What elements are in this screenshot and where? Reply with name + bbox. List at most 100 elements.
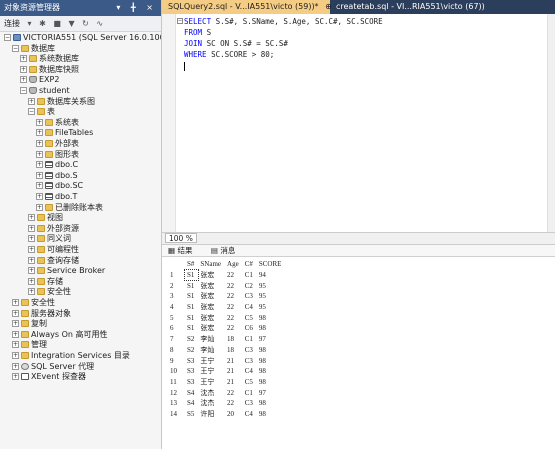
tree-node[interactable]: + 外部资源	[28, 224, 79, 235]
row-number[interactable]: 12	[168, 387, 185, 398]
grid-cell[interactable]: C3	[243, 398, 257, 409]
grid-cell[interactable]: 张宏	[198, 291, 225, 302]
grid-cell[interactable]: 张宏	[198, 312, 225, 323]
grid-cell[interactable]: 98	[257, 345, 286, 356]
tree-node[interactable]: + dbo.C	[36, 160, 78, 171]
column-header[interactable]: C#	[243, 259, 257, 270]
grid-cell[interactable]: 95	[257, 280, 286, 291]
tree-node[interactable]: + 安全性	[12, 298, 55, 309]
tree-node[interactable]: + 同义词	[28, 234, 71, 245]
grid-cell[interactable]: C3	[243, 291, 257, 302]
expand-node-icon[interactable]: +	[36, 129, 43, 137]
grid-cell[interactable]: 22	[225, 280, 243, 291]
tree-node[interactable]: + 系统表	[36, 118, 79, 129]
tree-node[interactable]: + 服务器对象	[12, 309, 71, 320]
column-header[interactable]	[168, 259, 185, 270]
grid-cell[interactable]: 18	[225, 334, 243, 345]
grid-cell[interactable]: 22	[225, 398, 243, 409]
tab-sqlquery2[interactable]: SQLQuery2.sql - V...IA551\victo (59))* ⊕…	[162, 0, 341, 14]
stop-icon[interactable]: ■	[53, 16, 61, 32]
grid-cell[interactable]: C1	[243, 270, 257, 281]
expand-node-icon[interactable]: +	[20, 55, 27, 63]
tree-node[interactable]: + FileTables	[36, 128, 93, 139]
grid-cell[interactable]: 97	[257, 334, 286, 345]
tree-node[interactable]: + 管理	[12, 340, 47, 351]
tree-node[interactable]: + 数据库快照	[20, 65, 79, 76]
collapse-node-icon[interactable]: −	[4, 34, 11, 41]
grid-cell[interactable]: 98	[257, 398, 286, 409]
tree-node[interactable]: + 图形表	[36, 150, 79, 161]
expand-node-icon[interactable]: +	[36, 161, 43, 169]
table-row[interactable]: 7 S2 李灿 18 C1 97	[168, 334, 285, 345]
row-number[interactable]: 14	[168, 409, 185, 420]
row-number[interactable]: 4	[168, 302, 185, 313]
grid-cell[interactable]: 沈杰	[198, 398, 225, 409]
activity-icon[interactable]: ∿	[96, 16, 103, 32]
expand-node-icon[interactable]: +	[20, 76, 27, 84]
tree-node[interactable]: + EXP2	[20, 75, 59, 86]
row-number[interactable]: 2	[168, 280, 185, 291]
tree-node[interactable]: + Integration Services 目录	[12, 351, 130, 362]
grid-cell[interactable]: C6	[243, 323, 257, 334]
tree-node[interactable]: + Service Broker	[28, 266, 105, 277]
grid-cell[interactable]: 王宁	[198, 377, 225, 388]
table-row[interactable]: 8 S2 李灿 18 C3 98	[168, 345, 285, 356]
refresh-icon[interactable]: ↻	[82, 16, 89, 32]
expand-node-icon[interactable]: +	[28, 214, 35, 222]
table-row[interactable]: 5 S1 张宏 22 C5 98	[168, 312, 285, 323]
expand-node-icon[interactable]: +	[12, 299, 19, 306]
grid-cell[interactable]: 21	[225, 377, 243, 388]
expand-node-icon[interactable]: +	[20, 65, 27, 73]
expand-node-icon[interactable]: +	[36, 140, 43, 147]
grid-cell[interactable]: S1	[185, 323, 198, 334]
grid-cell[interactable]: C4	[243, 302, 257, 313]
row-number[interactable]: 8	[168, 345, 185, 356]
expand-node-icon[interactable]: +	[12, 352, 19, 359]
tree-node[interactable]: − VICTORIA551 (SQL Server 16.0.1000.6	[4, 33, 161, 44]
grid-cell[interactable]: 沈杰	[198, 387, 225, 398]
grid-cell[interactable]: C5	[243, 377, 257, 388]
grid-cell[interactable]: C1	[243, 334, 257, 345]
grid-cell[interactable]: 95	[257, 302, 286, 313]
editor-vertical-scrollbar[interactable]	[547, 14, 555, 232]
grid-cell[interactable]: 21	[225, 355, 243, 366]
expand-node-icon[interactable]: +	[12, 373, 19, 381]
grid-cell[interactable]: 张宏	[198, 280, 225, 291]
table-row[interactable]: 12 S4 沈杰 22 C1 97	[168, 387, 285, 398]
column-header[interactable]: SName	[198, 259, 225, 270]
table-row[interactable]: 1 S1 张宏 22 C1 94	[168, 268, 286, 282]
panel-window-controls[interactable]: ▾ ╋ ×	[116, 0, 157, 16]
grid-cell[interactable]: 22	[225, 387, 243, 398]
expand-node-icon[interactable]: +	[36, 118, 43, 126]
collapse-node-icon[interactable]: −	[28, 108, 35, 116]
tab-createtab[interactable]: createtab.sql - VI...RIA551\victo (67))	[330, 0, 555, 14]
tree-node[interactable]: + 查询存储	[28, 256, 79, 267]
row-number[interactable]: 1	[168, 270, 185, 281]
row-number[interactable]: 3	[168, 291, 185, 302]
tree-node[interactable]: + 系统数据库	[20, 54, 79, 65]
grid-cell[interactable]: 22	[225, 291, 243, 302]
grid-cell[interactable]: 18	[225, 345, 243, 356]
table-row[interactable]: 6 S1 张宏 22 C6 98	[168, 323, 285, 334]
tree-node[interactable]: + dbo.T	[36, 192, 77, 203]
row-number[interactable]: 6	[168, 323, 185, 334]
row-number[interactable]: 5	[168, 312, 185, 323]
collapse-node-icon[interactable]: −	[20, 87, 27, 94]
grid-cell[interactable]: 98	[257, 409, 286, 420]
expand-node-icon[interactable]: +	[36, 182, 43, 190]
sql-code[interactable]: SELECT S.S#, S.SName, S.Age, SC.C#, SC.S…	[184, 16, 383, 71]
grid-cell[interactable]: S1	[185, 291, 198, 302]
tree-node[interactable]: − 数据库	[12, 44, 55, 55]
grid-cell[interactable]: 张宏	[198, 270, 225, 281]
tree-node[interactable]: + dbo.SC	[36, 181, 83, 192]
expand-node-icon[interactable]: +	[12, 330, 19, 338]
grid-cell[interactable]: S1	[183, 268, 200, 282]
grid-cell[interactable]: 李灿	[198, 345, 225, 356]
tree-node[interactable]: − student	[20, 86, 70, 97]
grid-cell[interactable]: 94	[257, 270, 286, 281]
grid-cell[interactable]: 98	[257, 366, 286, 377]
disconnect-icon[interactable]: ✱	[39, 16, 46, 32]
grid-cell[interactable]: S4	[185, 398, 198, 409]
grid-cell[interactable]: S2	[185, 345, 198, 356]
expand-node-icon[interactable]: +	[36, 171, 43, 179]
